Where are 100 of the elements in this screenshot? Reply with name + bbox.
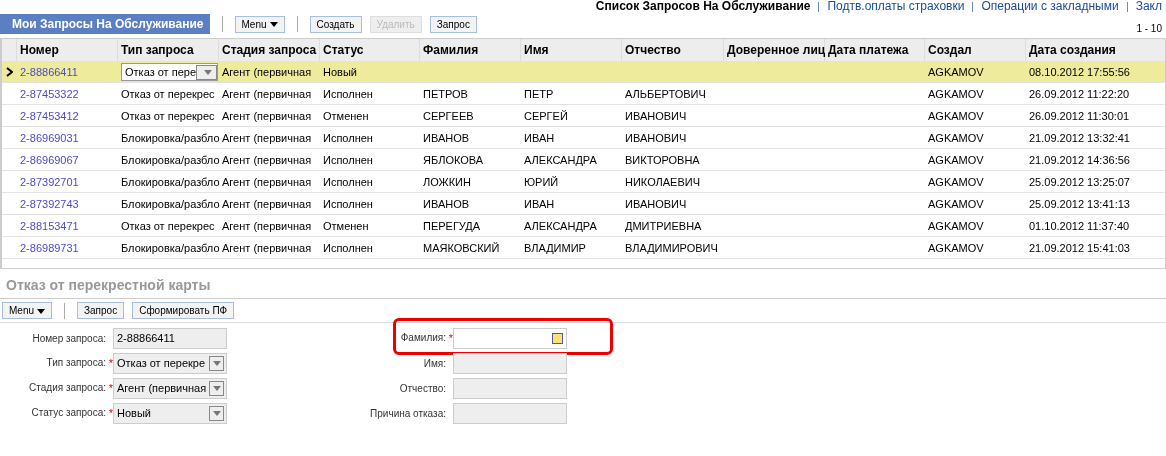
field-label: Статус запроса: xyxy=(31,407,106,419)
table-cell: 25.09.2012 13:41:13 xyxy=(1029,198,1130,210)
table-cell: ПЕТРОВ xyxy=(423,88,468,100)
table-cell: ИВАНОВИЧ xyxy=(625,198,687,210)
table-row[interactable]: 2-87453322 Отказ от перекрес Агент (первичная Исполнен ПЕТРОВ ПЕТР АЛЬБЕРТОВИЧ AGKAMOV 26.09.2012 11:22:20 xyxy=(2,83,1165,105)
table-cell: Агент (первичная xyxy=(222,88,312,100)
list-title: Мои Запросы На Обслуживание xyxy=(0,14,210,34)
table-row[interactable]: 2-87392743 Блокировка/разбло Агент (первичная Исполнен ИВАНОВ ИВАН ИВАНОВИЧ AGKAMOV 25.09.2012 13:41:13 xyxy=(2,193,1165,215)
field-label: Причина отказа: xyxy=(370,408,446,419)
table-cell: Исполнен xyxy=(323,154,373,166)
table-cell: ИВАНОВИЧ xyxy=(625,110,687,122)
request-link[interactable]: 2-86989731 xyxy=(20,242,79,254)
request-link[interactable]: 2-86969067 xyxy=(20,154,79,166)
table-cell: Агент (первичная xyxy=(222,176,312,188)
required-mark: * xyxy=(107,356,113,372)
select-field[interactable]: Новый xyxy=(113,403,227,424)
request-link[interactable]: 2-87453412 xyxy=(20,110,79,122)
request-link[interactable]: 2-87392743 xyxy=(20,198,79,210)
table-cell: AGKAMOV xyxy=(928,198,984,210)
table-cell: Агент (первичная xyxy=(222,110,312,122)
table-cell: 26.09.2012 11:30:01 xyxy=(1029,110,1130,122)
table-row[interactable]: 2-88153471 Отказ от перекрес Агент (первичная Отменен ПЕРЕГУДА АЛЕКСАНДРА ДМИТРИЕВНА AGKAMOV 01.10.2012 11:37:40 xyxy=(2,215,1165,237)
table-cell: Агент (первичная xyxy=(222,154,312,166)
required-mark: * xyxy=(107,381,113,397)
table-cell: AGKAMOV xyxy=(928,132,984,144)
table-cell: ВЛАДИМИР xyxy=(524,242,586,254)
table-cell: СЕРГЕЕВ xyxy=(423,110,474,122)
nav-link[interactable]: Список Запросов На Обслуживание xyxy=(595,0,811,13)
table-row[interactable]: 2-86989731 Блокировка/разбло Агент (первичная Исполнен МАЯКОВСКИЙ ВЛАДИМИР ВЛАДИМИРОВИЧ AGKAMOV 21.09.2012 15:41:03 xyxy=(2,237,1165,259)
field-label: Отчество: xyxy=(399,383,446,394)
table-row[interactable]: 2-87392701 Блокировка/разбло Агент (первичная Исполнен ЛОЖКИН ЮРИЙ НИКОЛАЕВИЧ AGKAMOV 25.09.2012 13:25:07 xyxy=(2,171,1165,193)
input-field[interactable] xyxy=(453,353,567,374)
table-row[interactable]: 2-87453412 Отказ от перекрес Агент (первичная Отменен СЕРГЕЕВ СЕРГЕЙ ИВАНОВИЧ AGKAMOV 26.09.2012 11:30:01 xyxy=(2,105,1165,127)
table-cell: ПЕТР xyxy=(524,88,554,100)
table-cell: AGKAMOV xyxy=(928,88,984,100)
toolbar-button[interactable]: Сформировать ПФ xyxy=(132,302,235,319)
table-cell: Агент (первичная xyxy=(222,220,312,232)
field-label: Фамилия: xyxy=(400,332,446,344)
request-link[interactable]: 2-87453322 xyxy=(20,88,79,100)
request-link[interactable]: 2-86969031 xyxy=(20,132,79,144)
input-field[interactable] xyxy=(453,328,567,349)
menu-button[interactable]: Menu xyxy=(234,15,285,33)
table-cell: ЯБЛОКОВА xyxy=(423,154,484,166)
toolbar-button[interactable]: Запрос xyxy=(429,15,477,33)
table-cell: ИВАН xyxy=(524,198,555,210)
table-cell: ИВАНОВ xyxy=(423,132,470,144)
table-cell: Блокировка/разбло xyxy=(121,154,220,166)
table-cell: ВИКТОРОВНА xyxy=(625,154,700,166)
required-mark: * xyxy=(447,331,453,347)
table-cell: ИВАНОВ xyxy=(423,198,470,210)
table-cell: Блокировка/разбло xyxy=(121,198,220,210)
table-cell: Агент (первичная xyxy=(222,132,312,144)
request-link[interactable]: 2-87392701 xyxy=(20,176,79,188)
table-cell: Исполнен xyxy=(323,88,373,100)
table-cell: Отменен xyxy=(323,220,369,232)
table-cell: AGKAMOV xyxy=(928,220,984,232)
nav-link[interactable]: Закл xyxy=(1135,0,1162,13)
nav-link[interactable]: Подтв.оплаты страховки xyxy=(827,0,965,13)
input-field[interactable]: 2-88866411 xyxy=(113,328,227,349)
input-field[interactable] xyxy=(453,378,567,399)
table-cell: 08.10.2012 17:55:56 xyxy=(1029,66,1130,78)
toolbar-button[interactable]: Запрос xyxy=(77,302,125,319)
input-field[interactable] xyxy=(453,403,567,424)
table-cell: Блокировка/разбло xyxy=(121,242,220,254)
picker-icon[interactable] xyxy=(552,333,563,344)
table-cell: Исполнен xyxy=(323,176,373,188)
table-cell: 01.10.2012 11:37:40 xyxy=(1029,220,1130,232)
select-field[interactable]: Агент (первичная xyxy=(113,378,227,399)
table-row[interactable]: 2-86969067 Блокировка/разбло Агент (первичная Исполнен ЯБЛОКОВА АЛЕКСАНДРА ВИКТОРОВНА AGKAMOV 21.09.2012 14:36:56 xyxy=(2,149,1165,171)
table-row[interactable]: 2-88866411 Отказ от пере Агент (первичная Новый AGKAMOV 08.10.2012 17:55:56 xyxy=(2,61,1165,83)
table-cell: ПЕРЕГУДА xyxy=(423,220,481,232)
type-dropdown[interactable]: Отказ от пере xyxy=(121,63,218,81)
table-cell: 25.09.2012 13:25:07 xyxy=(1029,176,1130,188)
table-cell: Агент (первичная xyxy=(222,242,312,254)
table-cell: ВЛАДИМИРОВИЧ xyxy=(625,242,718,254)
table-cell: Исполнен xyxy=(323,132,373,144)
table-cell: AGKAMOV xyxy=(928,176,984,188)
select-field[interactable]: Отказ от перекре xyxy=(113,353,227,374)
pager-text: 1 - 10 xyxy=(1136,21,1162,36)
table-row[interactable]: 2-86969031 Блокировка/разбло Агент (первичная Исполнен ИВАНОВ ИВАН ИВАНОВИЧ AGKAMOV 21.09.2012 13:32:41 xyxy=(2,127,1165,149)
request-link[interactable]: 2-88866411 xyxy=(20,66,78,78)
table-cell: АЛЕКСАНДРА xyxy=(524,220,597,232)
table-cell: ЛОЖКИН xyxy=(423,176,471,188)
request-link[interactable]: 2-88153471 xyxy=(20,220,79,232)
table-cell: AGKAMOV xyxy=(928,242,984,254)
table-cell: Агент (первичная xyxy=(222,66,312,78)
table-cell: 21.09.2012 14:36:56 xyxy=(1029,154,1130,166)
table-cell: 21.09.2012 15:41:03 xyxy=(1029,242,1130,254)
section-title: Отказ от перекрестной карты xyxy=(5,276,212,295)
table-cell: АЛЬБЕРТОВИЧ xyxy=(625,88,706,100)
nav-link[interactable]: Операции с закладными xyxy=(981,0,1119,13)
required-mark: * xyxy=(107,406,113,422)
table-cell: Отменен xyxy=(323,110,369,122)
menu-button[interactable]: Menu xyxy=(2,302,52,319)
table-cell: Отказ от перекрес xyxy=(121,220,215,232)
table-cell: Блокировка/разбло xyxy=(121,176,220,188)
toolbar-button[interactable]: Создать xyxy=(309,15,362,33)
table-cell: Агент (первичная xyxy=(222,198,312,210)
field-label: Стадия запроса: xyxy=(29,382,106,394)
table-cell: AGKAMOV xyxy=(928,110,984,122)
